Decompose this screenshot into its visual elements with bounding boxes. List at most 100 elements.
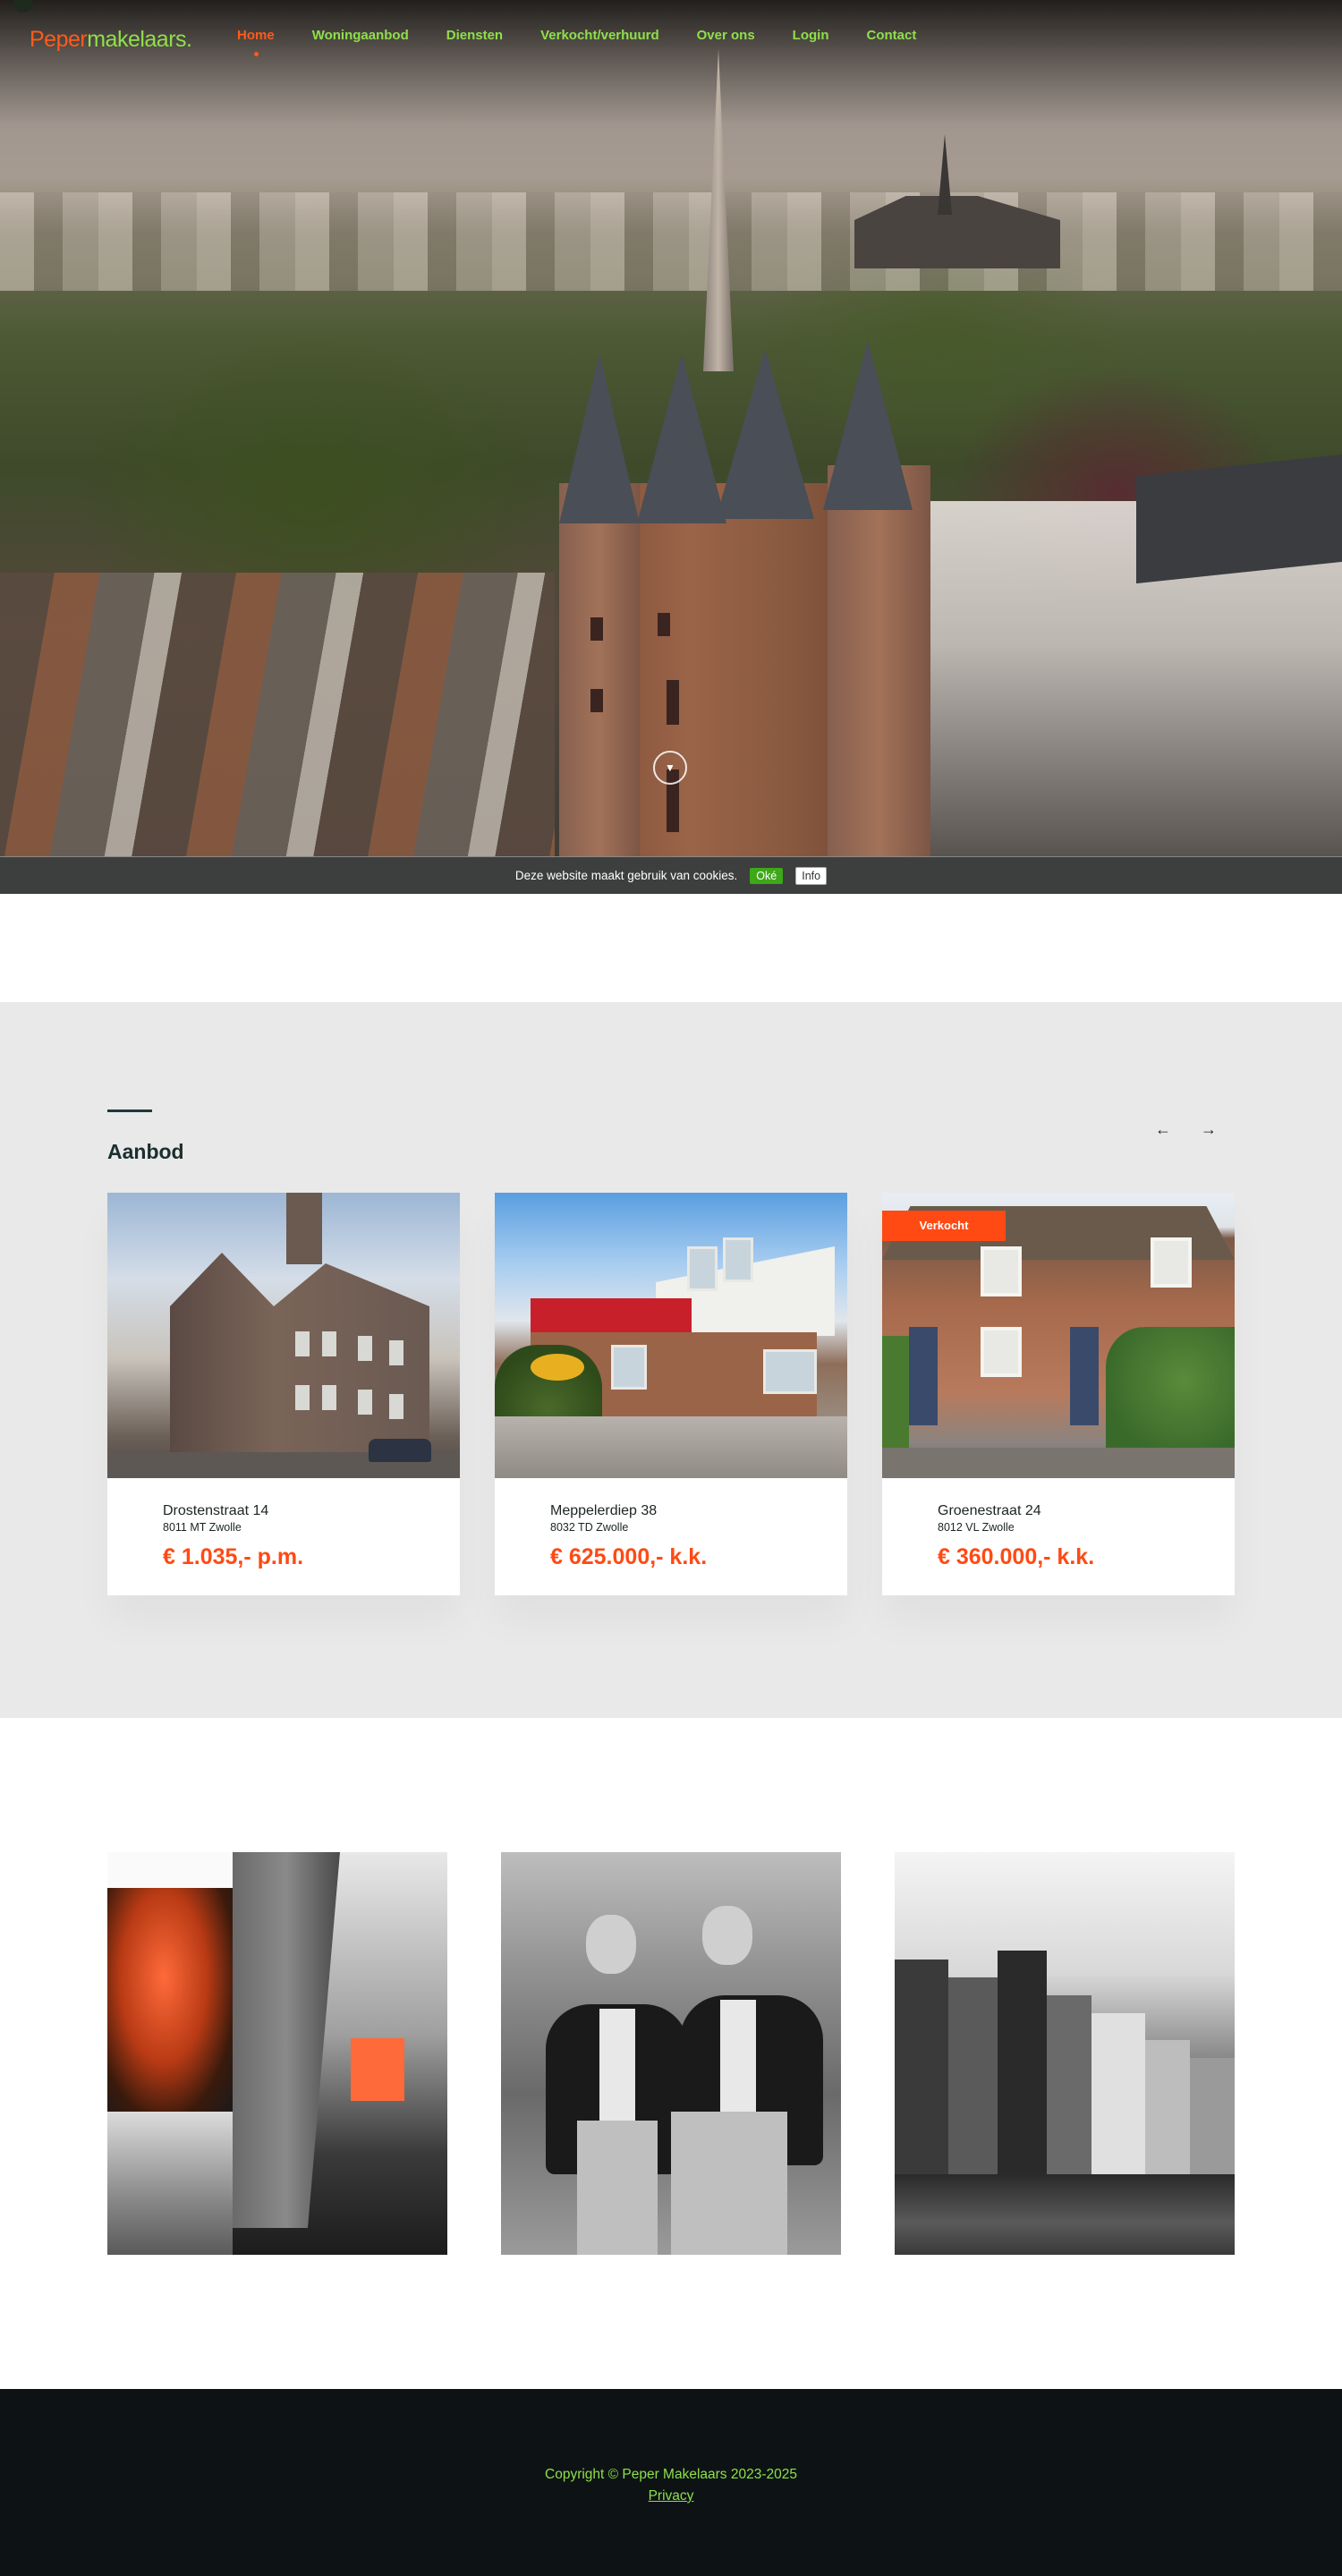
listing-photo[interactable] xyxy=(495,1193,847,1478)
listing-card[interactable]: Meppelerdiep 38 8032 TD Zwolle € 625.000… xyxy=(495,1193,847,1595)
hero-castle-window xyxy=(667,680,679,725)
photo-car xyxy=(369,1439,431,1462)
listing-postal: 8032 TD Zwolle xyxy=(550,1521,629,1534)
scroll-down-button[interactable]: ▼ xyxy=(653,751,687,785)
listing-photo[interactable]: Verkocht xyxy=(882,1193,1235,1478)
nav-item-over-ons[interactable]: Over ons xyxy=(697,27,755,45)
gallery-house xyxy=(998,1951,1047,2174)
photo-window xyxy=(763,1349,817,1394)
photo-sidewalk xyxy=(882,1448,1235,1478)
listing-price: € 360.000,- k.k. xyxy=(938,1544,1095,1569)
listing-postal: 8012 VL Zwolle xyxy=(938,1521,1015,1534)
photo-door xyxy=(909,1327,938,1425)
gallery-image-waterfront xyxy=(895,1852,1235,2255)
photo-window xyxy=(981,1327,1022,1377)
footer-privacy: Privacy xyxy=(0,2488,1342,2504)
logo-part-makelaars: makelaars. xyxy=(87,27,192,52)
listing-street: Groenestraat 24 xyxy=(938,1503,1041,1518)
photo-window xyxy=(1151,1237,1192,1288)
photo-tower xyxy=(286,1193,322,1264)
nav-item-diensten[interactable]: Diensten xyxy=(446,27,503,45)
listing-postal: 8011 MT Zwolle xyxy=(163,1521,242,1534)
hero-roofs-right xyxy=(1136,454,1342,584)
gallery-house xyxy=(1145,2040,1190,2174)
hero-castle-spire-mid xyxy=(637,353,726,523)
hero-castle-window xyxy=(590,689,603,712)
gallery-house xyxy=(1091,2013,1145,2174)
gallery-person-head xyxy=(702,1906,752,1965)
photo-window xyxy=(295,1385,310,1410)
footer-copyright: Copyright © Peper Makelaars 2023-2025 xyxy=(545,2467,797,2482)
photo-window xyxy=(358,1336,372,1361)
gallery-house xyxy=(895,1960,948,2174)
hero-castle-window xyxy=(590,617,603,641)
nav-item-verkocht-verhuurd[interactable]: Verkocht/verhuurd xyxy=(540,27,659,45)
section-title: Aanbod xyxy=(107,1140,184,1163)
photo-window xyxy=(389,1394,403,1419)
status-badge: Verkocht xyxy=(882,1211,1006,1241)
hero-houses-left xyxy=(0,573,555,856)
photo-plants xyxy=(882,1336,909,1461)
photo-flowers xyxy=(531,1354,584,1381)
site-header: Pepermakelaars. Home Woningaanbod Dienst… xyxy=(0,0,1342,81)
photo-window xyxy=(322,1331,336,1356)
hero-castle-spire-right xyxy=(823,340,913,510)
gallery-person-head xyxy=(586,1915,636,1974)
listing-price: € 1.035,- p.m. xyxy=(163,1544,304,1569)
privacy-link[interactable]: Privacy xyxy=(649,2488,694,2504)
gallery-tower xyxy=(107,1888,233,2112)
main-nav: Home Woningaanbod Diensten Verkocht/verh… xyxy=(237,27,954,56)
photo-window xyxy=(723,1237,753,1282)
gallery-image-team xyxy=(501,1852,841,2255)
site-logo[interactable]: Pepermakelaars. xyxy=(30,27,192,53)
logo-part-peper: Peper xyxy=(30,27,88,52)
hero-castle-tower xyxy=(828,465,930,856)
hero-castle-spire-left xyxy=(559,353,640,523)
nav-item-woningaanbod[interactable]: Woningaanbod xyxy=(312,27,409,45)
gallery-shopfront xyxy=(351,2038,404,2101)
gallery-person-shirt xyxy=(599,2009,635,2125)
gallery-person-shirt xyxy=(720,2000,756,2116)
photo-pavement xyxy=(495,1416,847,1478)
arrow-right-icon[interactable]: → xyxy=(1198,1118,1219,1140)
photo-window xyxy=(322,1385,336,1410)
aanbod-section: Aanbod ← → Drostenstraat 14 8011 MT Zwol… xyxy=(0,1002,1342,1718)
accessibility-icon xyxy=(13,0,33,13)
photo-window xyxy=(389,1340,403,1365)
cookie-ok-button[interactable]: Oké xyxy=(750,867,784,884)
nav-item-home[interactable]: Home xyxy=(237,27,275,56)
nav-item-contact[interactable]: Contact xyxy=(867,27,917,45)
listing-photo[interactable] xyxy=(107,1193,460,1478)
arrow-left-icon[interactable]: ← xyxy=(1152,1118,1174,1140)
hero-skyline xyxy=(0,192,1342,291)
gallery-water xyxy=(895,2174,1235,2255)
photo-window xyxy=(358,1390,372,1415)
listing-street: Drostenstraat 14 xyxy=(163,1503,269,1518)
listing-street: Meppelerdiep 38 xyxy=(550,1503,658,1518)
site-footer: Copyright © Peper Makelaars 2023-2025 Pr… xyxy=(0,2389,1342,2576)
hero-castle-tower xyxy=(559,483,640,856)
photo-window xyxy=(295,1331,310,1356)
section-divider xyxy=(107,1109,152,1112)
photo-red-band xyxy=(531,1298,692,1332)
hero-castle-spire-center xyxy=(716,349,814,519)
listing-card[interactable]: Verkocht Groenestraat 24 8012 VL Zwolle … xyxy=(882,1193,1235,1595)
cookie-bar: Deze website maakt gebruik van cookies. … xyxy=(0,856,1342,894)
cookie-info-button[interactable]: Info xyxy=(795,866,828,885)
nav-item-login[interactable]: Login xyxy=(793,27,829,45)
photo-door xyxy=(1070,1327,1099,1425)
gallery-tile xyxy=(107,2112,233,2255)
gallery-person-legs xyxy=(671,2112,787,2255)
chevron-down-icon: ▼ xyxy=(665,761,675,774)
listing-card[interactable]: Drostenstraat 14 8011 MT Zwolle € 1.035,… xyxy=(107,1193,460,1595)
gallery-house xyxy=(1190,2058,1235,2174)
hero-church-spire xyxy=(938,134,952,215)
listing-price: € 625.000,- k.k. xyxy=(550,1544,708,1569)
gallery-house xyxy=(1047,1995,1091,2174)
gallery-house xyxy=(948,1977,998,2174)
photo-window xyxy=(687,1246,718,1291)
photo-plants xyxy=(1106,1327,1235,1461)
gallery-person-legs xyxy=(577,2121,658,2255)
photo-window xyxy=(611,1345,647,1390)
hero-image: ▼ xyxy=(0,0,1342,856)
